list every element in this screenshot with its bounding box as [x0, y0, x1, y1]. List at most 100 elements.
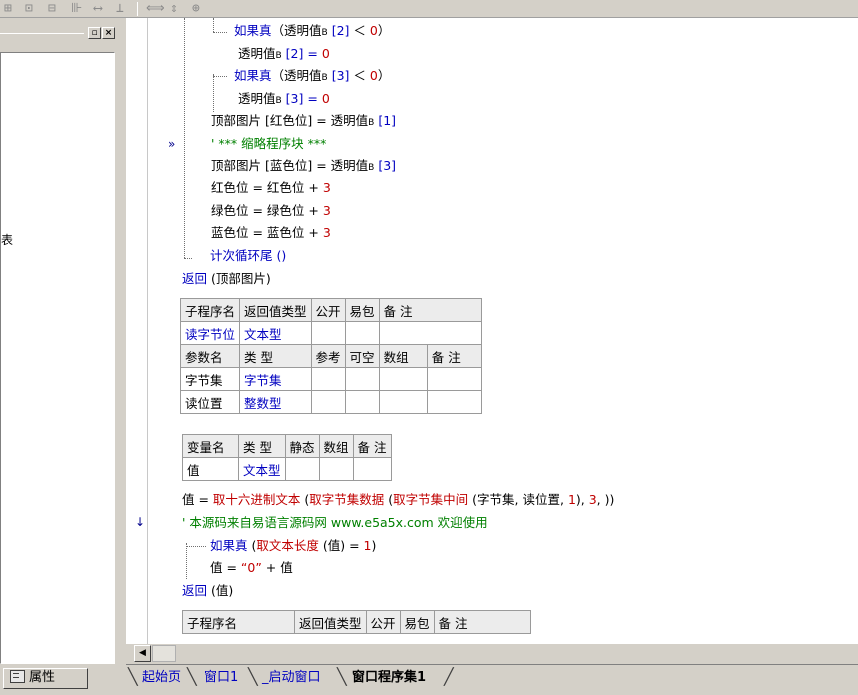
code-line-blue-inc[interactable]: 蓝色位 = 蓝色位 + 3	[211, 224, 331, 242]
same-height-icon[interactable]: ⊥	[116, 1, 124, 17]
panel-clipped-text: 表	[1, 233, 14, 247]
param-array-cell[interactable]	[378, 390, 428, 414]
restore-panel-button[interactable]: ▫	[88, 27, 101, 39]
subroutine-table-2: 子程序名 返回值类型 公开 易包 备 注	[182, 610, 531, 634]
close-glyph: ×	[104, 28, 113, 38]
epkg-cell[interactable]	[344, 321, 380, 345]
col-epkg: 易包	[344, 298, 380, 322]
sub-name-cell[interactable]: 读字节位	[179, 321, 241, 345]
param-remark-cell[interactable]	[426, 367, 482, 391]
remark-cell[interactable]	[378, 321, 482, 345]
col-param-name: 参数名	[179, 344, 241, 368]
param-header-row: 参数名 类 型 参考 可空 数组 备 注	[179, 344, 482, 368]
align-left-icon[interactable]: ⊞	[4, 1, 12, 17]
subroutine-row[interactable]: 读字节位 文本型	[179, 321, 482, 345]
loop-guide-line	[184, 18, 185, 258]
align-center-icon[interactable]: ⊡	[25, 1, 33, 17]
panel-grip	[0, 33, 84, 34]
document-tab-bar: ╲ 起始页 ╲ 窗口1 ╲ _启动窗口 ╲ 窗口程序集1 ╱	[126, 664, 858, 695]
col-param-type: 类 型	[239, 344, 312, 368]
col-remark: 备 注	[378, 298, 482, 322]
if-guide-line-2	[213, 74, 214, 112]
col-param-ref: 参考	[310, 344, 346, 368]
code-line-green-inc[interactable]: 绿色位 = 绿色位 + 3	[211, 202, 331, 220]
vcenter-icon[interactable]: ⇕	[170, 1, 178, 17]
param-row[interactable]: 字节集 字节集	[179, 367, 482, 391]
col-var-static: 静态	[284, 434, 320, 458]
param-array-cell[interactable]	[378, 367, 428, 391]
properties-icon	[10, 670, 25, 683]
tab-window-program-set1[interactable]: 窗口程序集1	[352, 668, 426, 690]
code-line-return1[interactable]: 返回 (顶部图片)	[182, 270, 271, 288]
col-public: 公开	[365, 610, 401, 634]
app-window: ⊞ ⊡ ⊟ ⊪ ⟷ ⊥ ⟺ ⇕ ⊕ ▫ × 表 属性 如果真（透明值B [2] …	[0, 0, 858, 695]
var-name-cell[interactable]: 值	[182, 457, 239, 481]
code-line-top-red[interactable]: 顶部图片 [红色位] = 透明值B [1]	[211, 112, 396, 130]
tab-divider: ╲	[337, 667, 347, 686]
col-var-type: 类 型	[238, 434, 286, 458]
col-return-type: 返回值类型	[294, 610, 367, 634]
close-panel-button[interactable]: ×	[102, 27, 115, 39]
param-nullable-cell[interactable]	[344, 367, 380, 391]
same-width-icon[interactable]: ⟷	[94, 1, 102, 17]
variable-row[interactable]: 值 文本型	[182, 457, 392, 481]
panel-content[interactable]: 表	[0, 52, 115, 664]
code-line-assign2[interactable]: 透明值B [3] = 0	[238, 90, 330, 108]
code-line-loop-end[interactable]: 计次循环尾 ()	[210, 247, 286, 265]
align-right-icon[interactable]: ⊟	[48, 1, 56, 17]
code-line-return2[interactable]: 返回 (值)	[182, 582, 233, 600]
tab-divider: ╲	[187, 667, 197, 686]
execution-arrow-icon: ↓	[135, 515, 146, 529]
code-line-comment2[interactable]: ' 本源码来自易语言源码网 www.e5a5x.com 欢迎使用	[182, 514, 488, 532]
toolbar-separator	[137, 2, 138, 16]
code-editor[interactable]: 如果真（透明值B [2] ＜ 0） 透明值B [2] = 0 如果真（透明值B …	[126, 18, 858, 644]
code-line-if3[interactable]: 如果真 (取文本长度 (值) = 1)	[210, 537, 376, 555]
same-size-icon[interactable]: ⊕	[192, 1, 200, 17]
code-line-value-concat[interactable]: 值 = “0” + 值	[210, 559, 293, 577]
param-ref-cell[interactable]	[310, 367, 346, 391]
tab-start-page[interactable]: 起始页	[142, 668, 181, 690]
hcenter-icon[interactable]: ⟺	[146, 1, 165, 17]
arrow-left-icon: ◀	[139, 648, 146, 658]
subroutine2-header-row: 子程序名 返回值类型 公开 易包 备 注	[182, 610, 531, 634]
collapsed-block-marker-icon[interactable]: »	[168, 137, 175, 151]
tab-divider: ╲	[128, 667, 138, 686]
restore-glyph: ▫	[91, 28, 98, 38]
col-remark: 备 注	[433, 610, 531, 634]
code-line-comment1[interactable]: ' *** 缩略程序块 ***	[211, 135, 326, 153]
var-type-cell[interactable]: 文本型	[238, 457, 286, 481]
subroutine-table: 子程序名 返回值类型 公开 易包 备 注 读字节位 文本型 参数名 类 型 参考	[179, 298, 482, 414]
col-param-nullable: 可空	[344, 344, 380, 368]
return-type-cell[interactable]: 文本型	[239, 321, 312, 345]
code-line-value-assign[interactable]: 值 = 取十六进制文本 (取字节集数据 (取字节集中间 (字节集, 读位置, 1…	[182, 491, 614, 509]
code-line-if2[interactable]: 如果真（透明值B [3] ＜ 0）	[234, 67, 390, 85]
param-name-cell[interactable]: 读位置	[179, 390, 241, 414]
param-ref-cell[interactable]	[310, 390, 346, 414]
var-static-cell[interactable]	[284, 457, 320, 481]
tab-startup-window[interactable]: _启动窗口	[262, 668, 321, 690]
param-name-cell[interactable]: 字节集	[179, 367, 241, 391]
scroll-track[interactable]	[152, 645, 176, 662]
if-guide-arrow-top	[213, 32, 227, 33]
col-public: 公开	[310, 298, 346, 322]
distribute-icon[interactable]: ⊪	[71, 1, 82, 17]
tab-window1[interactable]: 窗口1	[204, 668, 238, 690]
param-nullable-cell[interactable]	[344, 390, 380, 414]
horizontal-scrollbar[interactable]: ◀	[126, 644, 858, 664]
code-line-top-blue[interactable]: 顶部图片 [蓝色位] = 透明值B [3]	[211, 157, 396, 175]
properties-tab[interactable]: 属性	[3, 668, 88, 689]
public-cell[interactable]	[310, 321, 346, 345]
if-guide-line	[213, 18, 214, 32]
col-param-remark: 备 注	[426, 344, 482, 368]
col-sub-name: 子程序名	[182, 610, 295, 634]
param-row[interactable]: 读位置 整数型	[179, 390, 482, 414]
param-type-cell[interactable]: 字节集	[239, 367, 312, 391]
code-line-red-inc[interactable]: 红色位 = 红色位 + 3	[211, 179, 331, 197]
scroll-left-button[interactable]: ◀	[134, 645, 151, 662]
var-array-cell[interactable]	[318, 457, 354, 481]
param-type-cell[interactable]: 整数型	[239, 390, 312, 414]
var-remark-cell[interactable]	[352, 457, 392, 481]
code-line-assign1[interactable]: 透明值B [2] = 0	[238, 45, 330, 63]
param-remark-cell[interactable]	[426, 390, 482, 414]
code-line-if1[interactable]: 如果真（透明值B [2] ＜ 0）	[234, 22, 390, 40]
